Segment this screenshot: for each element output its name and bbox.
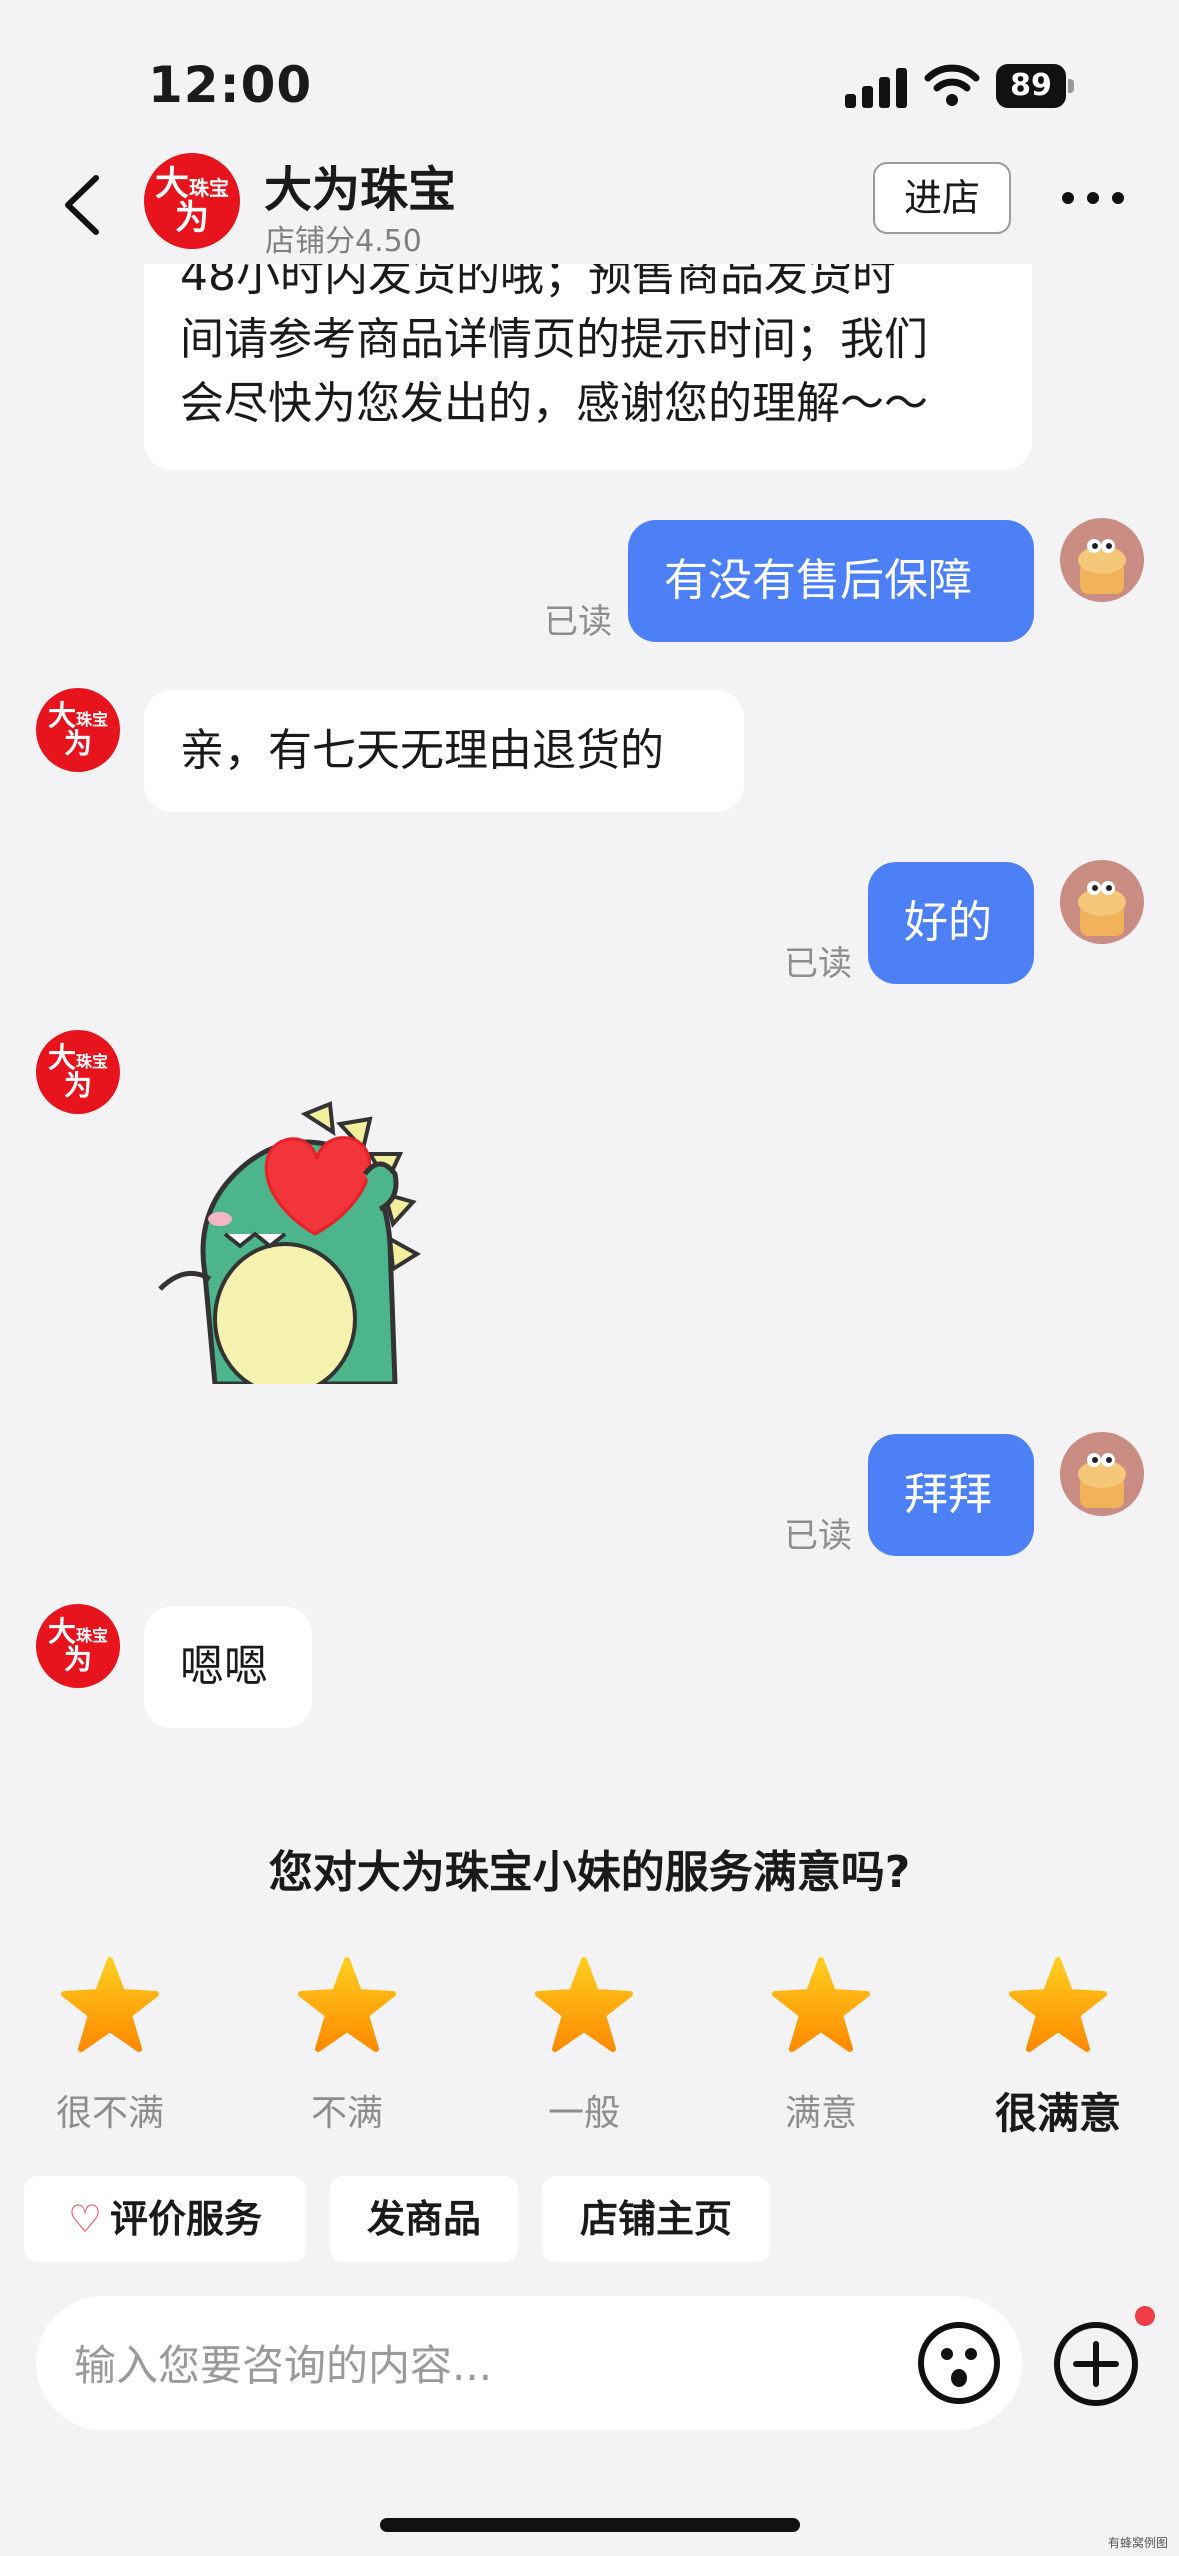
- shop-avatar[interactable]: 大珠宝为: [36, 1604, 120, 1688]
- battery-icon: 89: [996, 64, 1074, 108]
- star-icon: [772, 1957, 870, 2052]
- message-bubble-user: 拜拜: [868, 1434, 1034, 1556]
- enter-store-button[interactable]: 进店: [873, 162, 1011, 234]
- rating-label-2[interactable]: 不满: [257, 2084, 437, 2136]
- heart-rate-icon: ♡: [67, 2197, 103, 2241]
- emoji-face-icon[interactable]: [916, 2320, 1002, 2406]
- watermark: 有蜂窝例图: [1108, 2536, 1169, 2550]
- rating-star-3[interactable]: [514, 1956, 654, 2060]
- shop-logo-avatar[interactable]: 大珠宝 为: [144, 153, 240, 249]
- cellular-signal-icon: [845, 66, 907, 108]
- back-arrow-icon[interactable]: [58, 170, 108, 240]
- rating-star-2[interactable]: [277, 1956, 417, 2060]
- cupcake-avatar-icon: [1078, 539, 1126, 594]
- read-receipt: 已读: [544, 602, 612, 642]
- chat-message-list[interactable]: 48小时内发货的哦；预售商品发货时 间请参考商品详情页的提示时间；我们 会尽快为…: [0, 264, 1179, 1814]
- read-receipt: 已读: [784, 1516, 852, 1556]
- star-icon: [1009, 1957, 1107, 2052]
- shop-homepage-button[interactable]: 店铺主页: [542, 2176, 770, 2262]
- rating-star-5[interactable]: [988, 1956, 1128, 2060]
- chat-header: 大珠宝 为 大为珠宝 店铺分4.50 进店: [0, 150, 1179, 264]
- user-avatar[interactable]: [1060, 860, 1144, 944]
- user-avatar[interactable]: [1060, 1432, 1144, 1516]
- rating-label-1[interactable]: 很不满: [20, 2084, 200, 2136]
- star-icon: [298, 1957, 396, 2052]
- message-input-field[interactable]: 输入您要咨询的内容...: [36, 2296, 1022, 2430]
- rating-star-1[interactable]: [40, 1956, 180, 2060]
- message-bubble-shop: 亲，有七天无理由退货的: [144, 690, 744, 812]
- shop-logo-text: 大珠宝 为: [155, 164, 229, 238]
- battery-level: 89: [996, 64, 1066, 108]
- dinosaur-heart-sticker[interactable]: [150, 1084, 480, 1384]
- shop-score: 店铺分4.50: [265, 224, 422, 259]
- input-placeholder: 输入您要咨询的内容...: [74, 2341, 493, 2390]
- satisfaction-question: 您对大为珠宝小妹的服务满意吗?: [268, 1847, 911, 1898]
- read-receipt: 已读: [784, 944, 852, 984]
- wifi-icon: [924, 64, 980, 106]
- home-indicator[interactable]: [380, 2518, 800, 2532]
- shop-avatar[interactable]: 大珠宝为: [36, 1030, 120, 1114]
- message-bubble-shop: 嗯嗯: [144, 1606, 312, 1728]
- rating-label-3[interactable]: 一般: [494, 2084, 674, 2136]
- send-product-button[interactable]: 发商品: [330, 2176, 518, 2262]
- status-bar: 12:00 89: [0, 0, 1179, 150]
- message-bubble-user: 好的: [868, 862, 1034, 984]
- shop-avatar[interactable]: 大珠宝为: [36, 688, 120, 772]
- rating-label-4[interactable]: 满意: [731, 2084, 911, 2136]
- status-time: 12:00: [148, 56, 313, 114]
- more-options-icon[interactable]: [1062, 188, 1124, 208]
- star-icon: [61, 1957, 159, 2052]
- rating-label-5[interactable]: 很满意: [968, 2080, 1148, 2141]
- shop-name: 大为珠宝: [264, 162, 457, 218]
- star-icon: [535, 1957, 633, 2052]
- user-avatar[interactable]: [1060, 518, 1144, 602]
- message-bubble-shop: 48小时内发货的哦；预售商品发货时 间请参考商品详情页的提示时间；我们 会尽快为…: [144, 264, 1032, 470]
- message-bubble-user: 有没有售后保障: [628, 520, 1034, 642]
- rate-service-button[interactable]: ♡ 评价服务: [24, 2176, 306, 2262]
- notification-dot: [1135, 2306, 1155, 2326]
- rating-star-4[interactable]: [751, 1956, 891, 2060]
- plus-circle-icon[interactable]: [1052, 2320, 1140, 2408]
